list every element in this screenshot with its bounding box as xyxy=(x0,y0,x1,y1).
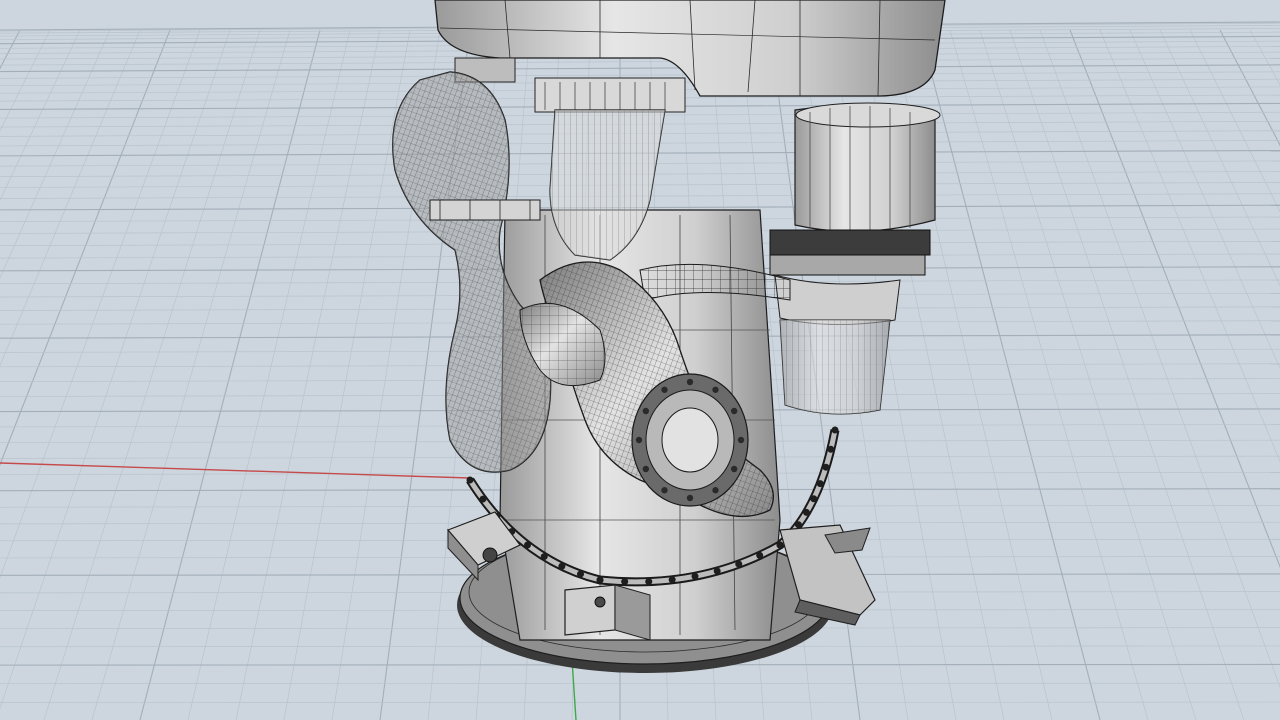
bolt-icon xyxy=(558,562,566,570)
rhino-3d-viewport[interactable] xyxy=(0,0,1280,720)
bolt-icon xyxy=(713,567,721,575)
bolt-icon xyxy=(596,576,604,584)
bolt-icon xyxy=(737,436,745,444)
bolt-icon xyxy=(730,407,738,415)
bolt-icon xyxy=(691,572,699,580)
bolt-icon xyxy=(661,386,668,393)
bolt-icon xyxy=(686,494,694,502)
bolt-icon xyxy=(822,463,830,471)
bolt-icon xyxy=(810,495,818,503)
viewport-canvas[interactable] xyxy=(0,0,1280,720)
bolt-icon xyxy=(802,508,810,516)
bolt-icon xyxy=(831,426,839,434)
bolt-icon xyxy=(730,465,738,473)
bolt-icon xyxy=(712,487,719,494)
bolt-icon xyxy=(540,553,548,561)
bolt-icon xyxy=(479,495,487,503)
bolt-icon xyxy=(735,560,743,568)
bolt-icon xyxy=(756,551,764,559)
bolt-icon xyxy=(668,576,676,584)
bolt-icon xyxy=(827,445,835,453)
bolt-icon xyxy=(642,407,650,415)
bolt-icon xyxy=(642,465,650,473)
bolt-icon xyxy=(645,578,653,586)
bolt-icon xyxy=(816,480,824,488)
bolt-icon xyxy=(635,436,643,444)
mounting-flange[interactable] xyxy=(631,373,749,507)
bolt-icon xyxy=(466,476,474,484)
bolt-icon xyxy=(524,541,531,549)
bolt-icon xyxy=(621,578,629,586)
bolt-icon xyxy=(686,378,694,386)
bolt-icon xyxy=(776,541,784,549)
bolt-icon xyxy=(661,487,668,494)
bolt-icon xyxy=(712,386,719,393)
bolt-icon xyxy=(576,570,584,578)
bolt-icon xyxy=(794,521,802,529)
